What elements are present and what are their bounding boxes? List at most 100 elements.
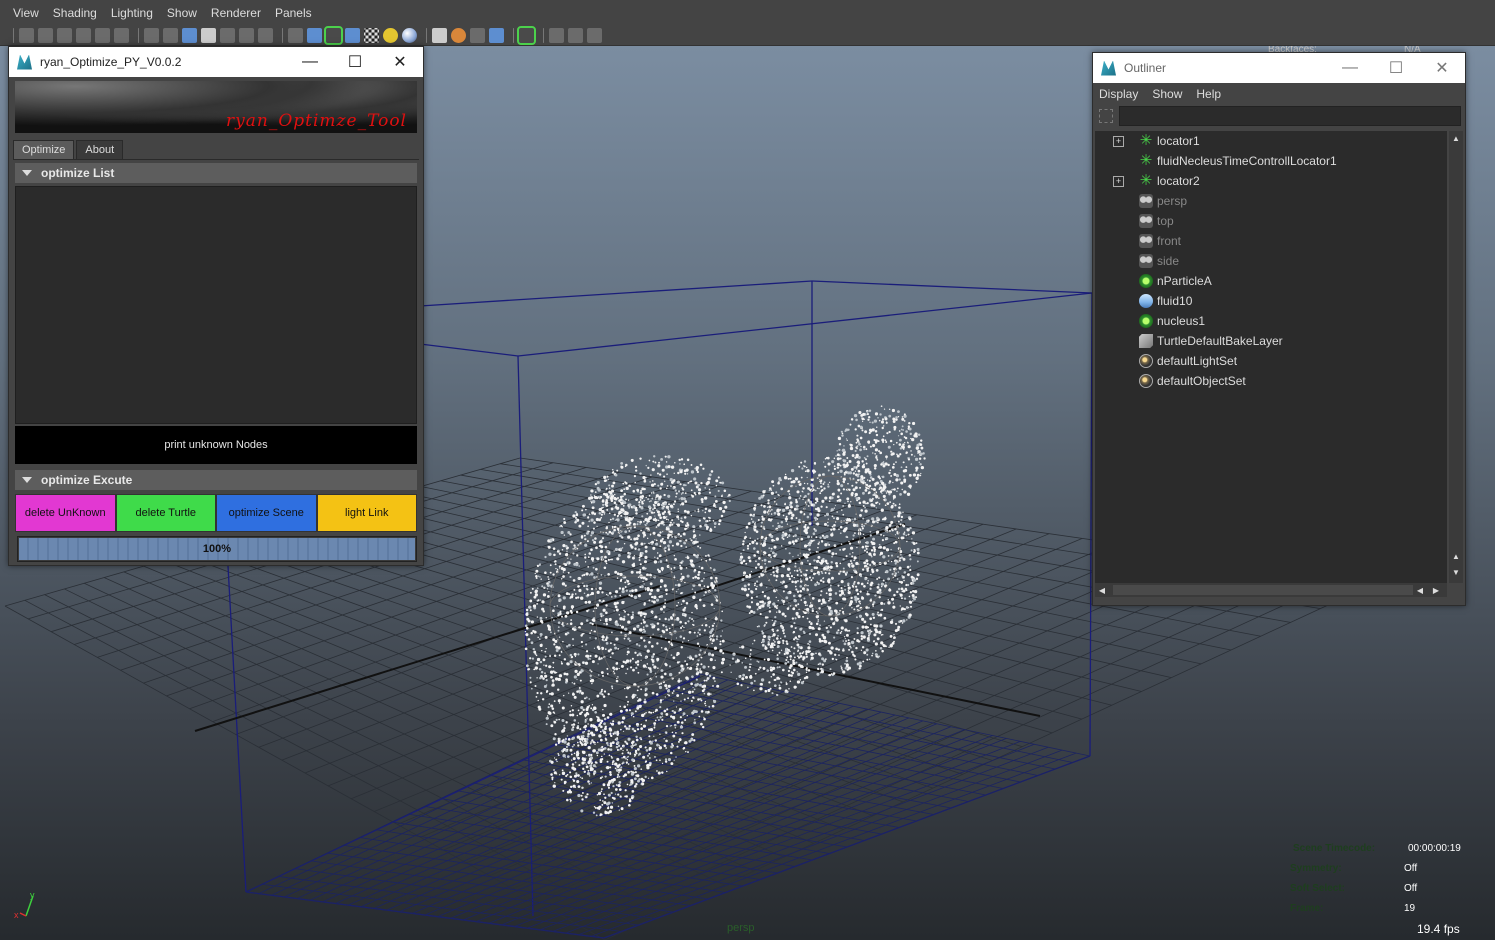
outliner-item-label: side <box>1157 254 1180 268</box>
toolbar-separator <box>13 28 14 43</box>
depth-of-field-icon[interactable] <box>470 28 485 43</box>
outliner-item[interactable]: persp <box>1095 191 1447 211</box>
outliner-item[interactable]: + ✳ locator2 <box>1095 171 1447 191</box>
optimize-titlebar[interactable]: ryan_Optimize_PY_V0.0.2 — ☐ ✕ <box>9 47 423 77</box>
menu-shading[interactable]: Shading <box>53 6 97 20</box>
outliner-search-input[interactable] <box>1119 106 1461 126</box>
menu-view[interactable]: View <box>13 6 39 20</box>
outliner-item-label: persp <box>1157 194 1188 208</box>
toolbar-separator <box>426 28 427 43</box>
hud-symmetry-label: Symmetry: <box>1290 863 1342 874</box>
optimize-excute-header[interactable]: optimize Excute <box>15 470 417 490</box>
camera-select-icon[interactable] <box>19 28 34 43</box>
outliner-titlebar[interactable]: Outliner — ☐ ✕ <box>1093 53 1465 83</box>
optimize-list[interactable] <box>15 186 417 424</box>
camera-name-label: persp <box>727 922 755 934</box>
outliner-item[interactable]: ✳ fluidNecleusTimeControllLocator1 <box>1095 151 1447 171</box>
outliner-item[interactable]: nucleus1 <box>1095 311 1447 331</box>
outliner-menu-display[interactable]: Display <box>1099 87 1138 101</box>
panel-toolbar <box>0 26 1495 46</box>
isolate-select-icon[interactable] <box>517 26 536 45</box>
expand-icon[interactable]: + <box>1113 175 1124 187</box>
optimize-list-header[interactable]: optimize List <box>15 163 417 183</box>
motion-blur-icon[interactable] <box>489 28 504 43</box>
ambient-occlusion-icon[interactable] <box>432 28 447 43</box>
tab-optimize[interactable]: Optimize <box>13 140 75 159</box>
collapse-arrow-icon[interactable] <box>22 170 32 176</box>
bookmark-icon[interactable] <box>76 28 91 43</box>
menu-renderer[interactable]: Renderer <box>211 6 261 20</box>
expand-icon[interactable]: + <box>1113 135 1124 147</box>
outliner-item[interactable]: nParticleA <box>1095 271 1447 291</box>
scroll-up-icon[interactable]: ▲ <box>1449 131 1463 145</box>
set-icon <box>1139 374 1153 388</box>
delete-unknown-button[interactable]: delete UnKnown <box>15 494 116 532</box>
antialiasing-icon[interactable] <box>451 28 466 43</box>
filter-icon[interactable] <box>1099 109 1113 123</box>
outliner-item[interactable]: defaultObjectSet <box>1095 371 1447 391</box>
scroll-right-icon[interactable]: ▶ <box>1429 583 1443 597</box>
hud-symmetry-value: Off <box>1404 863 1418 874</box>
safe-action-icon[interactable] <box>239 28 254 43</box>
gate-mask-icon[interactable] <box>201 28 216 43</box>
safe-title-icon[interactable] <box>258 28 273 43</box>
grease-pencil-icon[interactable] <box>114 28 129 43</box>
field-chart-icon[interactable] <box>220 28 235 43</box>
outliner-item[interactable]: fluid10 <box>1095 291 1447 311</box>
maximize-button[interactable]: ☐ <box>1373 53 1419 83</box>
scroll-left-icon[interactable]: ◀ <box>1413 583 1427 597</box>
scroll-thumb[interactable] <box>1113 585 1413 595</box>
image-plane-icon[interactable] <box>95 28 110 43</box>
outliner-item[interactable]: + ✳ locator1 <box>1095 131 1447 151</box>
default-material-icon[interactable] <box>345 28 360 43</box>
textured-icon[interactable] <box>364 28 379 43</box>
outliner-menu-help[interactable]: Help <box>1196 87 1221 101</box>
toggle-hud-icon[interactable] <box>568 28 583 43</box>
minimize-button[interactable]: — <box>1327 53 1373 83</box>
scroll-down-icon[interactable]: ▼ <box>1449 565 1463 579</box>
menu-lighting[interactable]: Lighting <box>111 6 153 20</box>
menu-panels[interactable]: Panels <box>275 6 312 20</box>
collapse-arrow-icon[interactable] <box>22 477 32 483</box>
grid-icon[interactable] <box>144 28 159 43</box>
shadows-icon[interactable] <box>402 28 417 43</box>
smooth-shade-icon[interactable] <box>307 28 322 43</box>
outliner-item-label: fluidNecleusTimeControllLocator1 <box>1157 154 1337 168</box>
scroll-left-icon[interactable]: ◀ <box>1095 583 1109 597</box>
maya-app-icon <box>17 54 32 70</box>
outliner-menu-show[interactable]: Show <box>1152 87 1182 101</box>
xray-icon[interactable] <box>549 28 564 43</box>
share-icon[interactable] <box>587 28 602 43</box>
optimize-scene-button[interactable]: optimize Scene <box>216 494 317 532</box>
delete-turtle-button[interactable]: delete Turtle <box>115 494 216 532</box>
outliner-tree[interactable]: + ✳ locator1 ✳ fluidNecleusTimeControllLocat… <box>1095 131 1447 583</box>
close-button[interactable]: ✕ <box>1419 53 1465 83</box>
menu-show[interactable]: Show <box>167 6 197 20</box>
outliner-item[interactable]: defaultLightSet <box>1095 351 1447 371</box>
outliner-vertical-scrollbar[interactable]: ▲ ▲ ▼ <box>1449 131 1463 583</box>
use-all-lights-icon[interactable] <box>383 28 398 43</box>
hud-fps: 19.4 fps <box>1417 922 1460 936</box>
maximize-button[interactable]: ☐ <box>332 47 378 77</box>
print-unknown-nodes-button[interactable]: print unknown Nodes <box>15 426 417 464</box>
outliner-item[interactable]: top <box>1095 211 1447 231</box>
outliner-item[interactable]: TurtleDefaultBakeLayer <box>1095 331 1447 351</box>
outliner-item[interactable]: side <box>1095 251 1447 271</box>
outliner-item[interactable]: front <box>1095 231 1447 251</box>
tab-about[interactable]: About <box>76 140 124 159</box>
scroll-up-icon[interactable]: ▲ <box>1449 549 1463 563</box>
optimize-tabbar: Optimize About <box>13 137 419 160</box>
camera-attr-icon[interactable] <box>57 28 72 43</box>
nucleus-icon <box>1139 314 1153 328</box>
film-gate-icon[interactable] <box>163 28 178 43</box>
outliner-horizontal-scrollbar[interactable]: ◀ ◀ ▶ <box>1095 583 1447 597</box>
outliner-item-label: defaultLightSet <box>1157 354 1238 368</box>
wireframe-on-shaded-icon[interactable] <box>324 26 343 45</box>
container-floor-grid <box>245 673 1091 939</box>
resolution-gate-icon[interactable] <box>182 28 197 43</box>
wireframe-icon[interactable] <box>288 28 303 43</box>
light-link-button[interactable]: light Link <box>316 494 417 532</box>
close-button[interactable]: ✕ <box>377 47 423 77</box>
minimize-button[interactable]: — <box>287 47 333 77</box>
camera-lock-icon[interactable] <box>38 28 53 43</box>
